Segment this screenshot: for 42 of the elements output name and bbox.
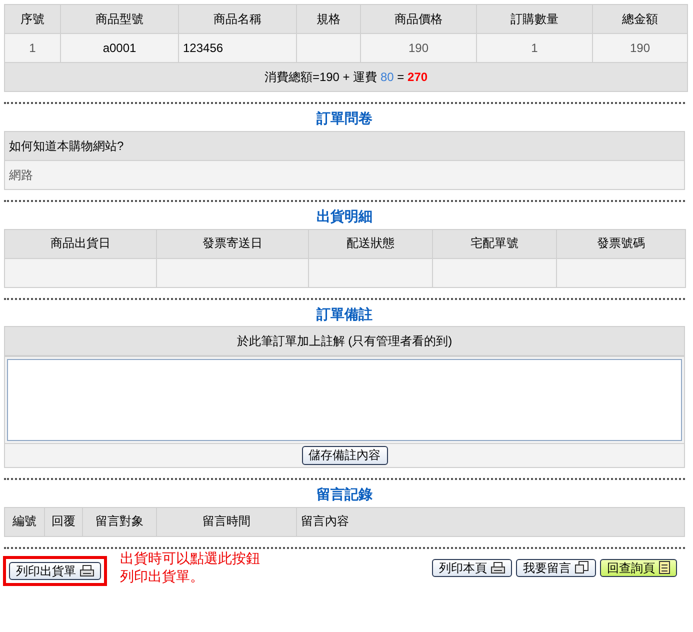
table-cell: 1: [476, 34, 592, 62]
back-to-search-button[interactable]: 回查詢頁: [600, 558, 677, 577]
column-header: 留言內容: [296, 507, 684, 536]
column-header: 配送狀態: [308, 229, 432, 258]
print-shipping-button[interactable]: 列印出貨單: [9, 562, 101, 580]
document-icon: [575, 561, 589, 574]
note-header: 於此筆訂單加上註解 (只有管理者看的到): [4, 326, 684, 356]
table-cell: 1: [4, 34, 60, 62]
column-header: 商品價格: [360, 4, 476, 34]
printer-icon: [491, 562, 505, 574]
column-header: 回覆: [44, 507, 82, 536]
table-cell: 190: [360, 34, 476, 62]
note-field[interactable]: [7, 359, 682, 442]
section-title: 出貨明細: [316, 208, 374, 225]
table-cell: 190: [592, 34, 688, 62]
column-header: 留言時間: [156, 507, 296, 536]
save-note-button[interactable]: 儲存備註內容: [302, 446, 388, 465]
column-header: 商品型號: [60, 4, 178, 34]
column-header: 商品出貨日: [4, 229, 156, 258]
column-header: 編號: [4, 507, 44, 536]
table-cell: a0001: [60, 34, 178, 62]
print-page-button[interactable]: 列印本頁: [432, 558, 512, 577]
column-header: 序號: [4, 4, 60, 34]
column-header: 總金額: [592, 4, 688, 34]
printer-icon: [80, 564, 94, 577]
table-cell: 123456: [178, 34, 296, 62]
column-header: 訂購數量: [476, 4, 592, 34]
survey-question: 如何知道本購物網站?: [4, 131, 684, 160]
note-icon: [659, 561, 670, 574]
section-title: 訂單問卷: [316, 110, 374, 127]
order-total-summary: 消費總額=190 + 運費 80 = 270: [264, 70, 428, 84]
leave-message-button[interactable]: 我要留言: [516, 558, 596, 577]
column-header: 宅配單號: [432, 229, 556, 258]
survey-answer: 網路: [4, 160, 684, 190]
column-header: 發票號碼: [556, 229, 686, 258]
hint-text: 出貨時可以點選此按鈕列印出貨單。: [120, 548, 260, 585]
column-header: 商品名稱: [178, 4, 296, 34]
section-title: 留言記錄: [316, 486, 374, 503]
section-title: 訂單備註: [316, 306, 374, 322]
column-header: 規格: [296, 4, 360, 34]
column-header: 發票寄送日: [156, 229, 308, 258]
column-header: 留言對象: [82, 507, 156, 536]
